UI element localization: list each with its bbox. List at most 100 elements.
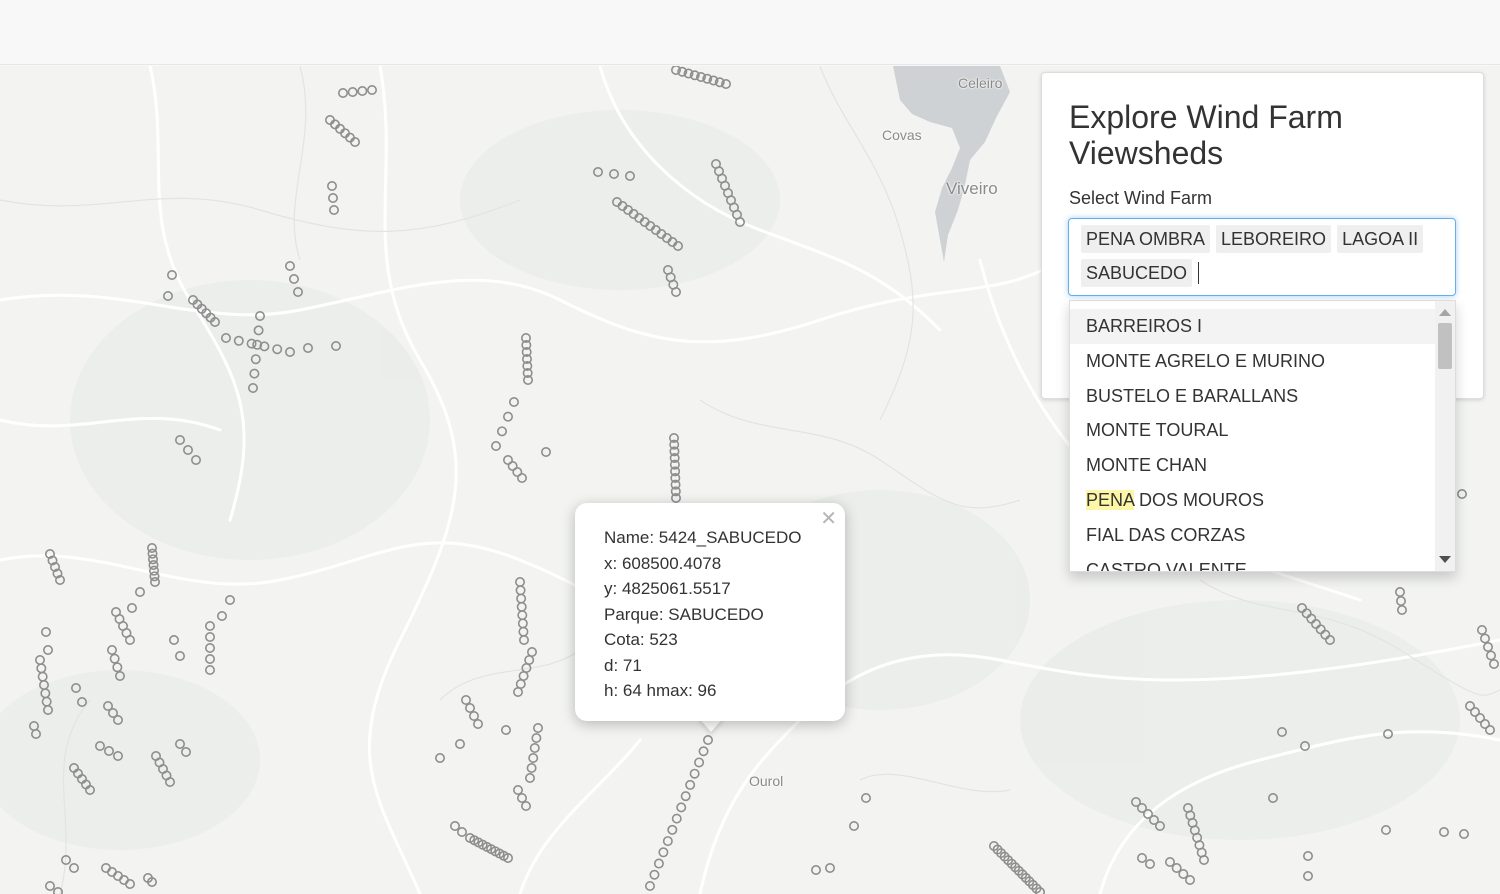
wind-turbine-marker[interactable] [119,874,130,885]
wind-turbine-marker[interactable] [284,260,295,271]
dropdown-option[interactable]: BUSTELO E BARALLANS [1070,379,1436,414]
wind-turbine-marker[interactable] [532,722,543,733]
wind-turbine-marker[interactable] [288,273,299,284]
selected-chip[interactable]: LAGOA II [1337,225,1424,253]
wind-turbine-marker[interactable] [337,88,348,99]
wind-turbine-marker[interactable] [125,878,136,889]
wind-turbine-marker[interactable] [676,802,687,813]
wind-turbine-marker[interactable] [40,626,51,637]
wind-turbine-marker[interactable] [1486,650,1497,661]
wind-turbine-marker[interactable] [670,286,681,297]
wind-turbine-marker[interactable] [107,644,118,655]
wind-turbine-marker[interactable] [490,440,501,451]
wind-turbine-marker[interactable] [1303,870,1314,881]
wind-turbine-marker[interactable] [517,618,528,629]
wind-turbine-marker[interactable] [518,626,529,637]
wind-turbine-marker[interactable] [464,702,475,713]
selected-chip[interactable]: PENA OMBRA [1081,225,1211,253]
wind-turbine-marker[interactable] [848,820,859,831]
wind-turbine-marker[interactable] [357,86,368,97]
wind-turbine-marker[interactable] [107,866,118,877]
wind-turbine-marker[interactable] [508,396,519,407]
wind-turbine-marker[interactable] [671,813,682,824]
wind-turbine-marker[interactable] [34,654,45,665]
wind-turbine-marker[interactable] [69,862,80,873]
wind-turbine-marker[interactable] [205,664,216,675]
wind-turbine-marker[interactable] [1185,874,1196,885]
wind-turbine-marker[interactable] [1459,828,1470,839]
wind-turbine-marker[interactable] [205,620,216,631]
wind-turbine-marker[interactable] [135,586,146,597]
wind-turbine-marker[interactable] [500,724,511,735]
dropdown-option[interactable]: FIAL DAS CORZAS [1070,518,1436,553]
wind-turbine-marker[interactable] [1303,850,1314,861]
wind-turbine-marker[interactable] [205,642,216,653]
wind-turbine-marker[interactable] [468,710,479,721]
wind-turbine-marker[interactable] [518,634,529,645]
wind-turbine-marker[interactable] [810,864,821,875]
wind-turbine-marker[interactable] [1489,658,1500,669]
dropdown-option[interactable]: MONTE TOURAL [1070,413,1436,448]
wind-turbine-marker[interactable] [36,663,47,674]
wind-turbine-marker[interactable] [516,601,527,612]
wind-turbine-marker[interactable] [702,734,713,745]
wind-turbine-marker[interactable] [1395,586,1406,597]
wind-turbine-marker[interactable] [449,820,460,831]
wind-turbine-marker[interactable] [531,732,542,743]
wind-turbine-marker[interactable] [540,446,551,457]
wind-turbine-marker[interactable] [125,634,136,645]
dropdown-scrollbar[interactable] [1435,301,1455,571]
wind-farm-multiselect[interactable]: PENA OMBRA LEBOREIRO LAGOA II SABUCEDO [1068,218,1456,296]
wind-turbine-marker[interactable] [42,644,53,655]
wind-turbine-marker[interactable] [517,610,528,621]
wind-turbine-marker[interactable] [512,784,523,795]
scroll-down-arrow-icon[interactable] [1439,556,1451,563]
wind-turbine-marker[interactable] [824,862,835,873]
wind-turbine-marker[interactable] [328,205,339,216]
scroll-up-arrow-icon[interactable] [1439,309,1451,316]
wind-turbine-marker[interactable] [520,800,531,811]
selected-chip[interactable]: LEBOREIRO [1216,225,1332,253]
wind-turbine-marker[interactable] [205,631,216,642]
wind-turbine-marker[interactable] [456,826,467,837]
wind-turbine-marker[interactable] [101,862,112,873]
wind-turbine-marker[interactable] [1396,595,1407,606]
dropdown-option[interactable]: CASTRO VALENTE [1070,553,1436,571]
wind-turbine-marker[interactable] [496,426,507,437]
wind-turbine-marker[interactable] [205,653,216,664]
wind-turbine-marker[interactable] [528,752,539,763]
wind-turbine-marker[interactable] [649,869,660,880]
wind-turbine-marker[interactable] [366,85,377,96]
wind-turbine-marker[interactable] [667,824,678,835]
wind-turbine-marker[interactable] [1485,724,1496,735]
wind-farm-dropdown[interactable]: BARREIROS I MONTE AGRELO E MURINO BUSTEL… [1069,300,1456,572]
wind-turbine-marker[interactable] [685,779,696,790]
selected-chip[interactable]: SABUCEDO [1081,259,1193,287]
wind-turbine-marker[interactable] [516,472,527,483]
dropdown-option[interactable]: MONTE CHAN [1070,448,1436,483]
wind-turbine-marker[interactable] [454,738,465,749]
wind-turbine-marker[interactable] [529,742,540,753]
wind-turbine-marker[interactable] [1199,854,1210,865]
wind-turbine-marker[interactable] [175,650,186,661]
wind-turbine-marker[interactable] [1381,824,1392,835]
wind-turbine-marker[interactable] [644,880,655,891]
wind-turbine-marker[interactable] [694,757,705,768]
wind-turbine-marker[interactable] [167,269,178,280]
wind-turbine-marker[interactable] [526,762,537,773]
close-icon[interactable]: ✕ [820,509,837,529]
wind-turbine-marker[interactable] [860,792,871,803]
wind-turbine-marker[interactable] [347,87,358,98]
wind-turbine-marker[interactable] [680,791,691,802]
wind-turbine-marker[interactable] [698,746,709,757]
wind-turbine-marker[interactable] [512,686,523,697]
wind-turbine-marker[interactable] [1477,624,1488,635]
wind-turbine-marker[interactable] [1397,604,1408,615]
dropdown-option[interactable]: BARREIROS I [1070,309,1436,344]
wind-turbine-marker[interactable] [109,653,120,664]
wind-turbine-marker[interactable] [1457,488,1468,499]
wind-turbine-marker[interactable] [516,792,527,803]
wind-turbine-marker[interactable] [689,768,700,779]
wind-turbine-marker[interactable] [1439,826,1450,837]
wind-turbine-marker[interactable] [169,634,180,645]
